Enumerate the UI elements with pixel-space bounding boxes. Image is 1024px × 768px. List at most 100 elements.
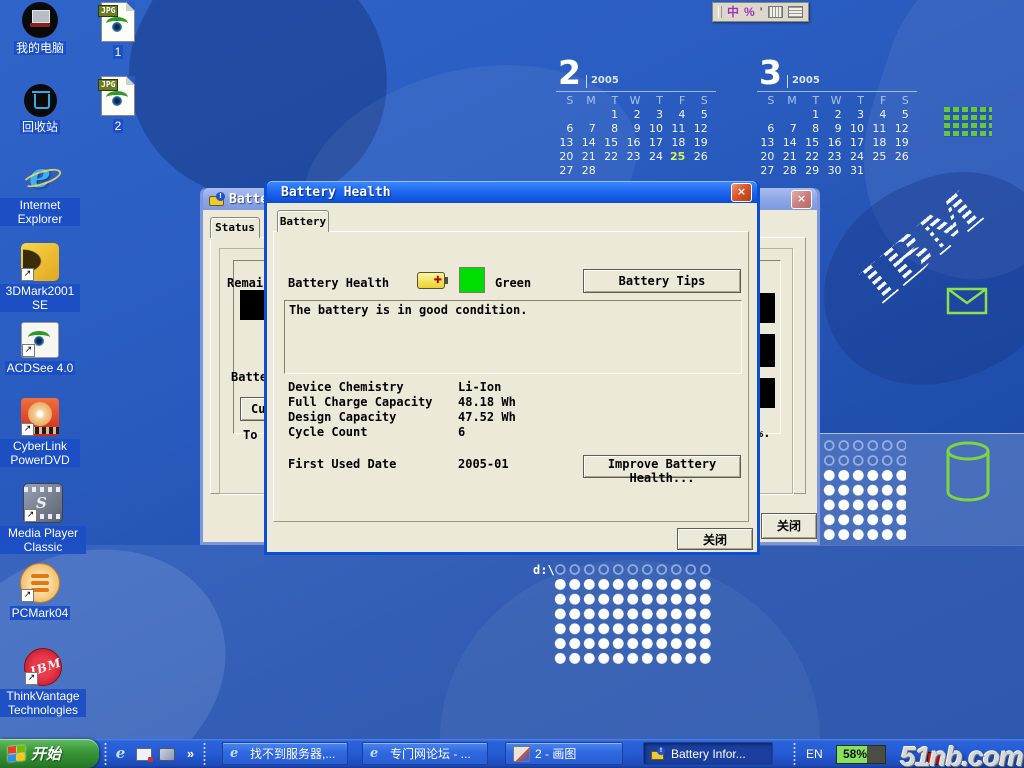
calendar-day-header: S bbox=[556, 94, 578, 108]
battery-health-label: Battery Health bbox=[288, 276, 389, 290]
tab-battery[interactable]: Battery bbox=[277, 210, 329, 232]
quick-launch-mail-icon[interactable] bbox=[136, 745, 153, 762]
media-player-classic-icon: S ↗ bbox=[23, 483, 63, 523]
jpg-badge: JPG bbox=[98, 5, 118, 17]
calendar-day bbox=[601, 164, 623, 178]
detail-row: Full Charge Capacity48.18 Wh bbox=[288, 393, 516, 408]
calendar-day: 16 bbox=[623, 136, 645, 150]
desktop-icon-my-computer[interactable]: 我的电脑 bbox=[0, 2, 80, 55]
calendar-day: 4 bbox=[869, 108, 891, 122]
calendar-day bbox=[779, 108, 801, 122]
calendar-day: 17 bbox=[646, 136, 668, 150]
quick-launch-show-desktop-icon[interactable] bbox=[159, 745, 176, 762]
calendar-day: 3 bbox=[847, 108, 869, 122]
desktop-icon-media-player-classic[interactable]: S ↗ Media Player Classic bbox=[0, 483, 86, 554]
soft-keyboard-icon[interactable] bbox=[768, 6, 783, 18]
drag-handle-icon[interactable] bbox=[718, 6, 722, 18]
calendar-day: 30 bbox=[824, 164, 846, 178]
start-button[interactable]: 开始 bbox=[0, 739, 99, 768]
jpg-badge: JPG bbox=[98, 79, 118, 91]
desktop-icon-internet-explorer[interactable]: e Internet Explorer bbox=[0, 157, 80, 226]
thinkvantage-icon: IBM ↗ bbox=[24, 648, 62, 686]
taskbar-button-server-not-found[interactable]: e 找不到服务器,... bbox=[222, 742, 348, 765]
windows-flag-icon bbox=[8, 745, 25, 761]
ime-language-bar[interactable]: 中 % ' bbox=[712, 2, 809, 22]
desktop-icon-acdsee[interactable]: ↗ ACDSee 4.0 bbox=[0, 322, 80, 375]
jpg-file-icon: JPG bbox=[101, 76, 135, 116]
calendar-day: 29 bbox=[802, 164, 824, 178]
recycle-bin-icon bbox=[24, 84, 57, 117]
taskbar-separator bbox=[793, 742, 796, 765]
taskbar-button-paint[interactable]: 2 - 画图 bbox=[505, 742, 623, 765]
health-status-text: Green bbox=[495, 276, 531, 290]
quick-launch-ie-icon[interactable]: e bbox=[112, 745, 129, 762]
health-status-color-swatch bbox=[459, 267, 485, 293]
calendar-day bbox=[757, 108, 779, 122]
calendar-day-header: S bbox=[891, 94, 913, 108]
calendar-day: 14 bbox=[578, 136, 600, 150]
calendar-day: 15 bbox=[601, 136, 623, 150]
calendar-day: 10 bbox=[847, 122, 869, 136]
eye-thumbnail-icon bbox=[106, 17, 128, 33]
calendar-day: 6 bbox=[757, 122, 779, 136]
quick-launch-overflow-chevron[interactable]: » bbox=[182, 745, 199, 762]
dialog-body: Battery Battery Health ✚ Green Battery T… bbox=[267, 203, 757, 552]
desktop-icon-thinkvantage[interactable]: IBM ↗ ThinkVantage Technologies bbox=[0, 648, 86, 717]
calendar-day-header: W bbox=[824, 94, 846, 108]
ime-punctuation-toggle[interactable]: ' bbox=[760, 5, 763, 19]
improve-battery-health-button[interactable]: Improve Battery Health... bbox=[583, 455, 741, 478]
pcmark-icon: ↗ bbox=[20, 563, 60, 603]
calendar-day bbox=[668, 164, 690, 178]
first-used-label: First Used Date bbox=[288, 457, 458, 471]
calendar-day: 15 bbox=[802, 136, 824, 150]
calendar-day: 1 bbox=[802, 108, 824, 122]
dot-grid-hollow bbox=[553, 562, 713, 577]
tray-icon-red[interactable] bbox=[927, 752, 943, 765]
calendar-day-header: S bbox=[757, 94, 779, 108]
tab-status[interactable]: Status bbox=[210, 217, 260, 238]
battery-tips-button[interactable]: Battery Tips bbox=[583, 269, 741, 293]
ime-menu-icon[interactable] bbox=[788, 6, 803, 18]
desktop-icon-powerdvd[interactable]: ↗ CyberLink PowerDVD bbox=[0, 398, 80, 467]
detail-value: 48.18 Wh bbox=[458, 395, 516, 409]
calendar-day: 20 bbox=[757, 150, 779, 164]
detail-value: 47.52 Wh bbox=[458, 410, 516, 424]
wallpaper-leaf-shape bbox=[440, 560, 820, 768]
taskbar-button-battery-information[interactable]: ! Battery Infor... bbox=[643, 742, 773, 765]
calendar-day: 8 bbox=[802, 122, 824, 136]
battery-health-window[interactable]: Battery Health × Battery Battery Health … bbox=[264, 181, 760, 555]
taskbar-button-forum[interactable]: e 专门网论坛 - ... bbox=[362, 742, 488, 765]
calendar-day-header: W bbox=[623, 94, 645, 108]
desktop-icon-jpg-1[interactable]: JPG 1 bbox=[96, 2, 140, 59]
detail-label: Cycle Count bbox=[288, 425, 458, 439]
close-icon[interactable]: × bbox=[731, 183, 752, 202]
taskbar-button-label: 找不到服务器,... bbox=[250, 745, 335, 762]
shortcut-arrow-icon: ↗ bbox=[21, 423, 34, 436]
shortcut-arrow-icon: ↗ bbox=[21, 268, 34, 281]
calendar-day: 28 bbox=[779, 164, 801, 178]
envelope-icon bbox=[946, 287, 988, 315]
close-button[interactable]: 关闭 bbox=[677, 528, 753, 550]
calendar-month-title: 3 2005 bbox=[757, 55, 917, 88]
close-icon[interactable]: × bbox=[791, 190, 812, 209]
desktop-icon-recycle-bin[interactable]: 回收站 bbox=[0, 84, 80, 134]
desktop-icon-pcmark04[interactable]: ↗ PCMark04 bbox=[0, 563, 80, 620]
title-bar[interactable]: Battery Health × bbox=[267, 181, 757, 203]
calendar-day: 18 bbox=[869, 136, 891, 150]
desktop-icon-label: Internet Explorer bbox=[0, 198, 80, 226]
desktop-icon-3dmark2001[interactable]: ↗ 3DMark2001 SE bbox=[0, 243, 80, 312]
calendar-day-header: T bbox=[601, 94, 623, 108]
close-button[interactable]: 关闭 bbox=[761, 513, 817, 539]
desktop-icon-label: 3DMark2001 SE bbox=[0, 284, 80, 312]
desktop-icon-jpg-2[interactable]: JPG 2 bbox=[96, 76, 140, 133]
ime-width-toggle[interactable]: % bbox=[744, 5, 755, 19]
tray-battery-indicator[interactable]: 58% bbox=[836, 745, 886, 764]
detail-label: Design Capacity bbox=[288, 410, 458, 424]
tray-language-indicator[interactable]: EN bbox=[806, 747, 823, 761]
calendar-day: 7 bbox=[779, 122, 801, 136]
detail-value: 6 bbox=[458, 425, 465, 439]
condition-textbox[interactable]: The battery is in good condition. bbox=[284, 300, 742, 374]
desktop-icon-label: PCMark04 bbox=[10, 606, 71, 620]
ime-chinese-mode[interactable]: 中 bbox=[727, 5, 739, 19]
calendar-day: 2 bbox=[824, 108, 846, 122]
